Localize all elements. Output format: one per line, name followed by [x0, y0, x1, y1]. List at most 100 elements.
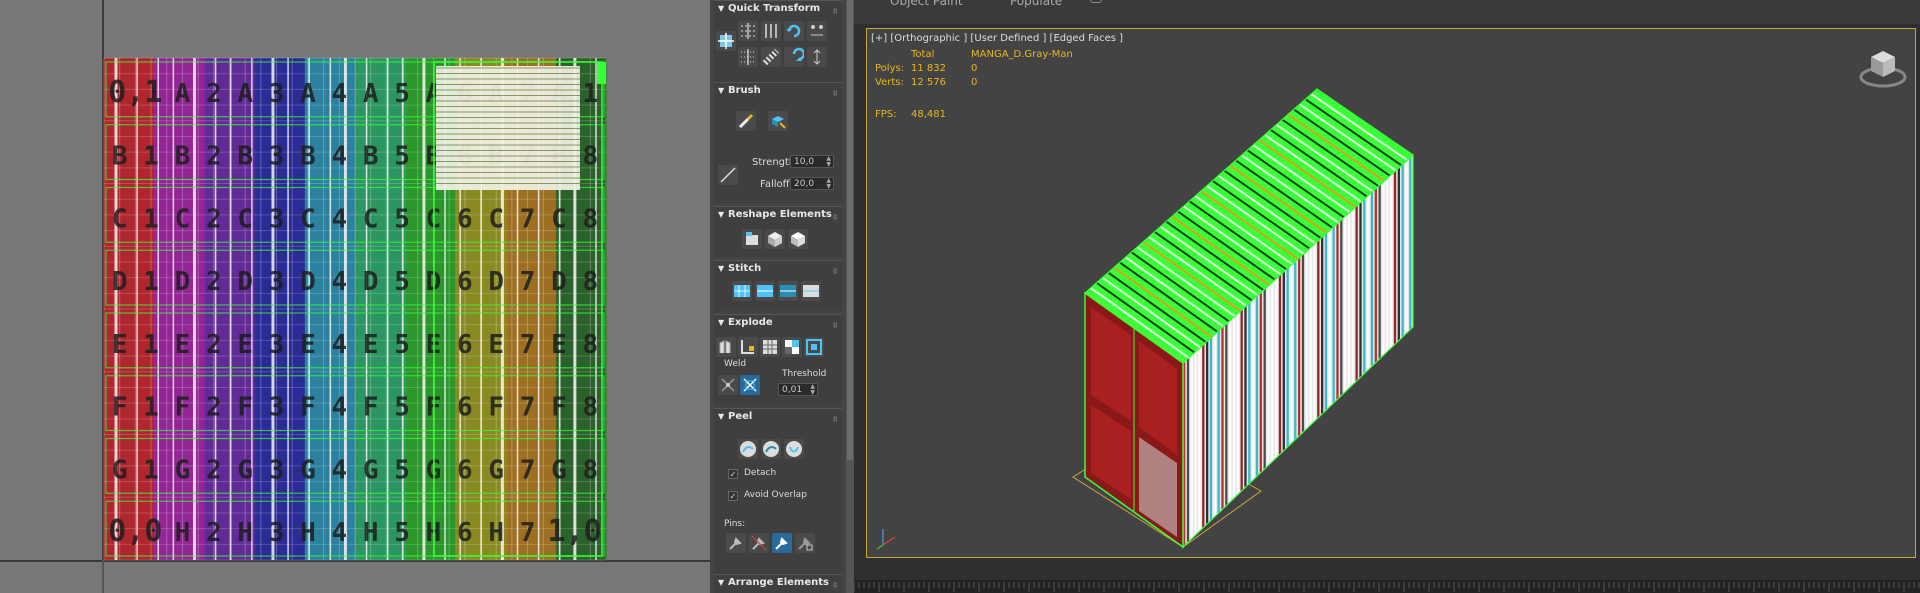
flip-icon[interactable]: [807, 21, 827, 41]
rotate-cw-icon[interactable]: [784, 47, 806, 67]
explode-by-smoothing-icon[interactable]: [716, 337, 736, 357]
model-stripe: [1278, 274, 1282, 456]
stitch-target-icon[interactable]: [801, 281, 821, 301]
viewport-area: Object Paint Populate [+] [Orthographic …: [854, 0, 1920, 593]
uv-cell-label: E 7: [488, 330, 535, 360]
collapse-arrow-icon: ▼: [718, 264, 725, 273]
uv-texture-map[interactable]: 0,1A 2A 3A 4A 5A 6A 7A 1B 1B 2B 3B 4B 5B…: [0, 0, 710, 593]
explode-checker-icon[interactable]: [782, 337, 802, 357]
align-icon[interactable]: [716, 31, 736, 51]
uv-cell-label: H 5: [363, 518, 410, 548]
model-stripe: [1378, 184, 1381, 360]
model-stripe: [1255, 295, 1259, 478]
uv-selected-vertex: [597, 62, 606, 84]
rollout-brush: ▼ Brush ⠿ Strength: 10,0 ▲ ▼ Falloff: 20,0 ▲…: [714, 82, 842, 203]
ribbon-toggle-icon[interactable]: [1090, 0, 1102, 3]
flip-vertical-icon[interactable]: [807, 47, 827, 67]
model-stripe: [1370, 191, 1374, 368]
uv-cell-label: C 7: [488, 204, 535, 234]
detach-checkbox[interactable]: ✓: [728, 469, 738, 479]
rollout-header-arrange[interactable]: ▼ Arrange Elements ⠿: [714, 575, 842, 591]
rollout-header-peel[interactable]: ▼ Peel ⠿: [714, 409, 842, 425]
rollout-header-quick-transform[interactable]: ▼ Quick Transform ⠿: [714, 1, 842, 17]
model-stripe: [1271, 281, 1274, 463]
brush-line-icon[interactable]: [718, 165, 738, 185]
panel-scrollbar[interactable]: [846, 0, 854, 593]
threshold-spinner[interactable]: 0,01 ▲ ▼: [778, 383, 818, 396]
model-stripe: [1317, 239, 1320, 419]
weld-selected-icon[interactable]: [718, 375, 738, 395]
pin-icon[interactable]: [726, 533, 746, 553]
relax-icon[interactable]: [765, 229, 785, 249]
uv-cell-label: H 4: [300, 518, 347, 548]
uv-cell-label: D 4: [300, 267, 347, 297]
uv-cell-label: F 3: [237, 393, 284, 423]
rotate-ccw-icon[interactable]: [784, 21, 804, 41]
select-pins-icon[interactable]: [795, 533, 815, 553]
rollout-reshape-elements: ▼ Reshape Elements ⠿: [714, 206, 842, 257]
model-stripe: [1275, 277, 1278, 459]
stitch-custom-icon[interactable]: [732, 281, 752, 301]
model-stripe: [1225, 322, 1228, 507]
auto-pin-icon[interactable]: [772, 533, 792, 553]
cube-icon[interactable]: [788, 229, 808, 249]
model-stripe: [1359, 201, 1362, 379]
model-stripe: [1374, 187, 1377, 364]
grip-icon: ⠿: [832, 268, 838, 276]
strength-spinner[interactable]: 10,0 ▲ ▼: [790, 155, 834, 168]
uv-cell-label: 0,1: [108, 75, 162, 110]
uv-cell-label: E 2: [175, 330, 222, 360]
panel-scroll-thumb[interactable]: [847, 0, 853, 460]
avoid-overlap-checkbox[interactable]: ✓: [728, 491, 738, 501]
tab-object-paint[interactable]: Object Paint: [890, 0, 963, 8]
reset-peel-icon[interactable]: [784, 439, 804, 459]
tab-populate[interactable]: Populate: [1010, 0, 1062, 8]
rollout-header-reshape[interactable]: ▼ Reshape Elements ⠿: [714, 207, 842, 223]
timeline-ticks: [854, 582, 1920, 592]
straighten-icon[interactable]: [742, 229, 762, 249]
perspective-viewport[interactable]: [+] [Orthographic ] [User Defined ] [Edg…: [866, 28, 1916, 558]
peel-mode-icon[interactable]: [761, 439, 781, 459]
explode-grid-icon[interactable]: [760, 337, 780, 357]
falloff-spinner[interactable]: 20,0 ▲ ▼: [790, 177, 834, 190]
uv-cell-label: B 5: [363, 142, 410, 172]
uv-editor-canvas[interactable]: 0,1A 2A 3A 4A 5A 6A 7A 1B 1B 2B 3B 4B 5B…: [0, 0, 710, 593]
model-stripe: [1252, 298, 1255, 481]
rollout-header-stitch[interactable]: ▼ Stitch ⠿: [714, 261, 842, 277]
align-vertical-icon[interactable]: [761, 21, 781, 41]
uv-cell-label: A 5: [363, 79, 410, 109]
quick-peel-icon[interactable]: [738, 439, 758, 459]
paint-brush-icon[interactable]: [736, 111, 756, 131]
rollout-header-explode[interactable]: ▼ Explode ⠿: [714, 315, 842, 331]
uv-cell-label: F 2: [175, 393, 222, 423]
stitch-average-icon[interactable]: [778, 281, 798, 301]
model-stripe: [1194, 350, 1197, 536]
unpin-icon[interactable]: [749, 533, 769, 553]
explode-flatten-icon[interactable]: [804, 337, 824, 357]
uv-cell-label: C 4: [300, 204, 347, 234]
grip-icon: ⠿: [832, 416, 838, 424]
model-stripe: [1267, 284, 1270, 467]
uv-cell-label: E 8: [551, 330, 598, 360]
grip-icon: ⠿: [832, 90, 838, 98]
uv-cell-label: G 4: [300, 455, 347, 485]
timeline-slider[interactable]: [854, 580, 1920, 593]
weld-target-icon[interactable]: [740, 375, 760, 395]
uv-cell-label: G 8: [551, 455, 598, 485]
stitch-source-icon[interactable]: [755, 281, 775, 301]
3d-model-box[interactable]: [867, 29, 1915, 557]
model-stripe: [1298, 256, 1301, 437]
distribute-icon[interactable]: [738, 47, 758, 67]
uv-cell-label: E 4: [300, 330, 347, 360]
collapse-arrow-icon: ▼: [718, 318, 725, 327]
uv-cell-label: E 1: [112, 330, 159, 360]
align-horizontal-icon[interactable]: [738, 21, 758, 41]
collapse-arrow-icon: ▼: [718, 210, 725, 219]
rollout-header-brush[interactable]: ▼ Brush ⠿: [714, 83, 842, 99]
explode-by-material-icon[interactable]: [738, 337, 758, 357]
unwrap-tool-panel: ▼ Quick Transform ⠿ ▼ Brush ⠿ Strength: …: [710, 0, 846, 593]
model-stripe: [1355, 204, 1358, 382]
relax-brush-icon[interactable]: [768, 111, 788, 131]
viewcube-icon[interactable]: [1857, 43, 1909, 91]
checker-icon[interactable]: [761, 47, 781, 67]
